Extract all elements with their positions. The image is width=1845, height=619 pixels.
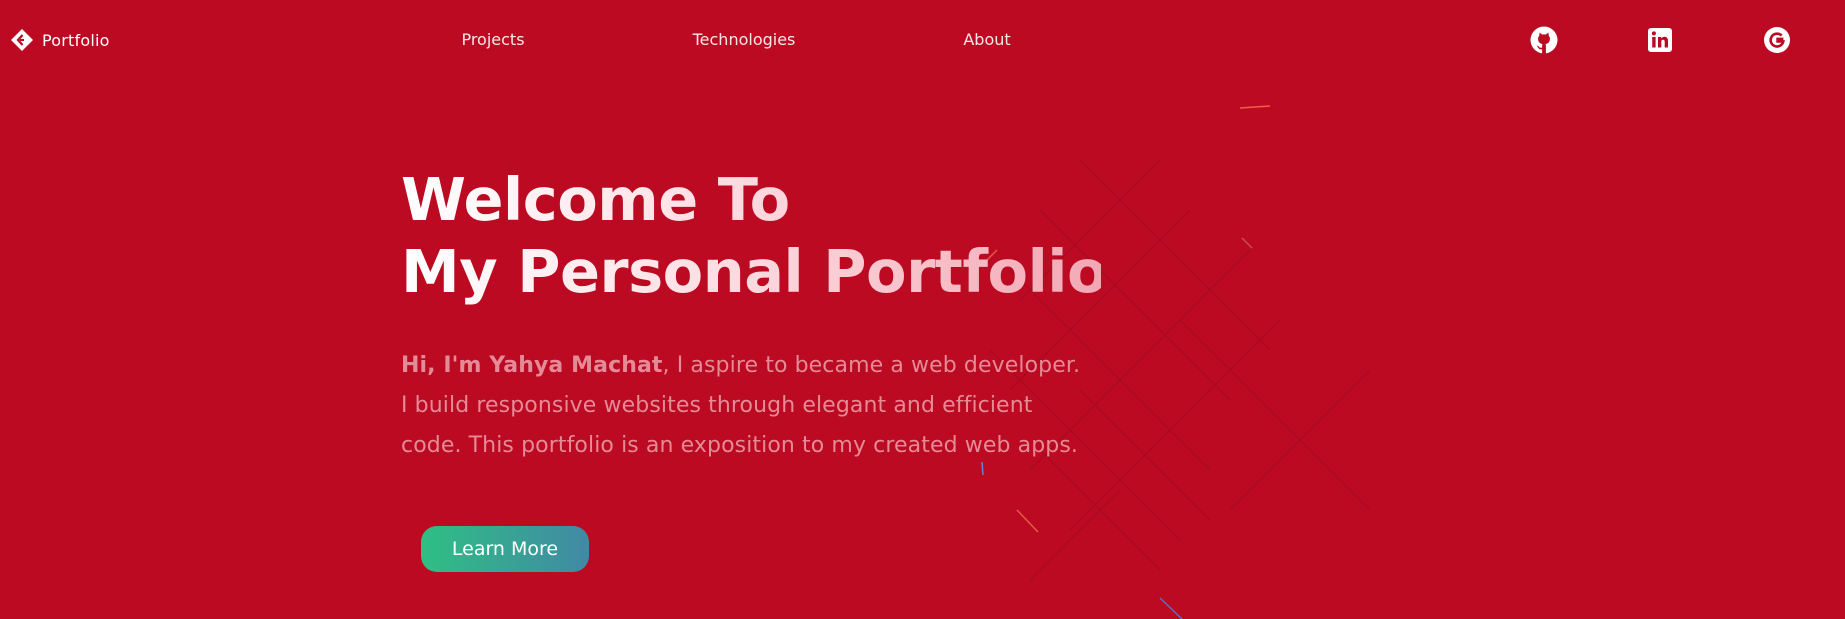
hero-description: Hi, I'm Yahya Machat, I aspire to became… (401, 346, 1081, 466)
brand-name: Portfolio (42, 30, 110, 50)
learn-more-button[interactable]: Learn More (421, 526, 589, 572)
hero-title: Welcome To My Personal Portfolio (401, 164, 1108, 308)
top-navigation: Portfolio Projects Technologies About (0, 0, 1845, 80)
google-icon (1762, 25, 1792, 55)
nav-link-projects[interactable]: Projects (461, 30, 524, 49)
hero-title-line1: Welcome To (401, 164, 1101, 236)
nav-link-about[interactable]: About (963, 30, 1010, 49)
github-icon (1529, 25, 1559, 55)
brand-link[interactable]: Portfolio (10, 28, 110, 52)
nav-link-technologies[interactable]: Technologies (693, 30, 796, 49)
github-link[interactable] (1529, 25, 1559, 55)
hero-title-line2: My Personal Portfolio (401, 237, 1108, 306)
hero-greeting: Hi, I'm Yahya Machat (401, 353, 663, 378)
linkedin-link[interactable] (1645, 25, 1675, 55)
google-link[interactable] (1762, 25, 1792, 55)
diamond-code-icon (10, 28, 34, 52)
hero-section: Welcome To My Personal Portfolio Hi, I'm… (401, 164, 1108, 466)
linkedin-icon (1645, 25, 1675, 55)
